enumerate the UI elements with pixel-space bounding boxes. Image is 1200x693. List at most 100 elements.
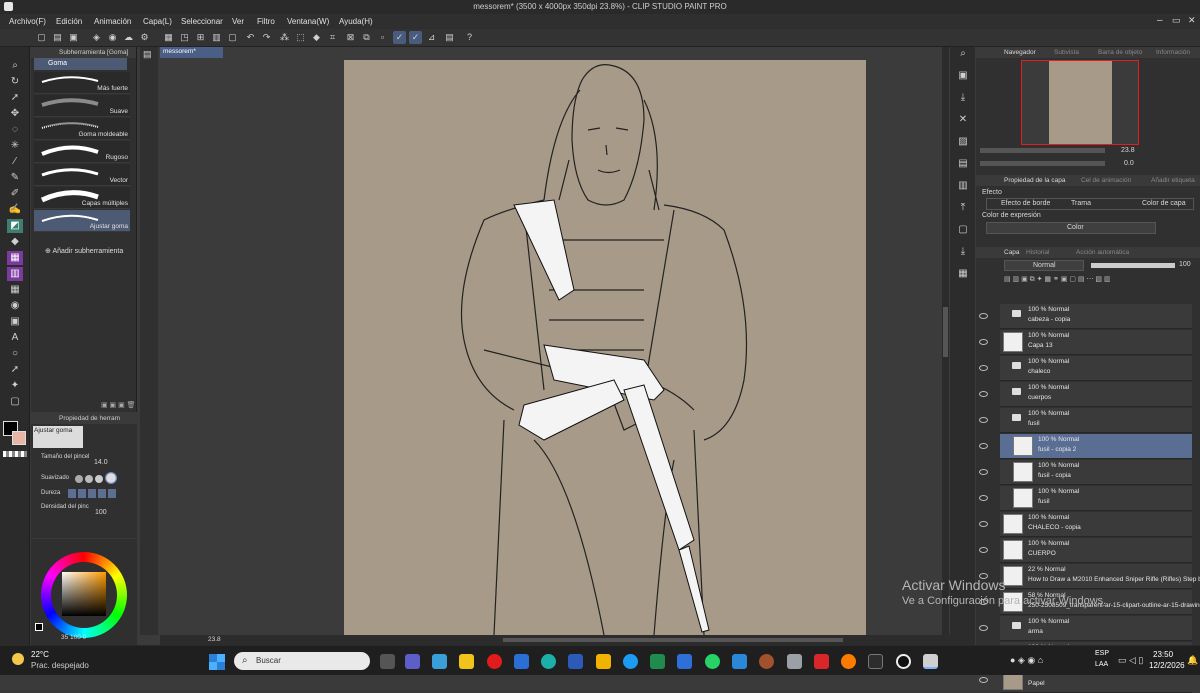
visibility-eye-icon[interactable] (979, 443, 988, 449)
menu-edicion[interactable]: Edición (56, 17, 82, 26)
tab-subvista[interactable]: Subvista (1054, 49, 1079, 56)
image-icon[interactable]: ▨ (955, 135, 971, 149)
menu-ventana[interactable]: Ventana(W) (287, 17, 329, 26)
fill-bucket-icon[interactable]: ◆ (310, 31, 323, 44)
eyedropper-icon[interactable]: ⁄ (7, 155, 23, 169)
settings-app-icon[interactable] (787, 654, 802, 669)
layer-row[interactable]: 100 % Normal chaleco (1000, 356, 1192, 381)
layer-row[interactable]: 100 % Normal arma (1000, 616, 1192, 641)
invert-selection-icon[interactable]: ⧉ (360, 31, 373, 44)
drawing-canvas[interactable] (344, 60, 866, 636)
layer-icon[interactable]: ▦ (955, 267, 971, 281)
edge-effect-button[interactable]: Efecto de borde (1001, 200, 1050, 207)
layer-name[interactable]: fusil (1038, 498, 1050, 505)
lasso-icon[interactable]: ◌ (7, 123, 23, 137)
layer-name[interactable]: fusil - copia 2 (1038, 446, 1076, 453)
windows-start-icon[interactable] (209, 654, 225, 670)
subtool-group-tab[interactable]: Goma (34, 58, 127, 70)
layer-name[interactable]: CHALECO - copia (1028, 524, 1081, 531)
layer-row[interactable]: 100 % Normal fusil (1000, 486, 1192, 511)
hardness-options[interactable] (68, 489, 118, 498)
horizontal-scrollbar[interactable] (503, 638, 843, 642)
frame-icon[interactable]: ▢ (226, 31, 239, 44)
undo-icon[interactable]: ↶ (244, 31, 257, 44)
menu-animacion[interactable]: Animación (94, 17, 131, 26)
tab-propiedad-capa[interactable]: Propiedad de la capa (1004, 177, 1065, 184)
layer-name[interactable]: fusil (1028, 420, 1040, 427)
layer-row[interactable]: 100 % Normal CHALECO - copia (1000, 512, 1192, 537)
word-icon[interactable] (568, 654, 583, 669)
settings-icon[interactable]: ⚙ (138, 31, 151, 44)
zoom-slider[interactable] (980, 148, 1105, 153)
navigator-preview[interactable] (1021, 60, 1139, 145)
store-icon[interactable] (677, 654, 692, 669)
layer-row[interactable]: 100 % Normal fusil - copia 2 (1000, 434, 1192, 459)
file-explorer-icon[interactable] (459, 654, 474, 669)
copy-icon[interactable]: ▤ (955, 157, 971, 171)
export-icon[interactable]: ⤒ (955, 201, 971, 215)
copilot-icon[interactable] (432, 654, 447, 669)
visibility-eye-icon[interactable] (979, 391, 988, 397)
clip-studio-taskbar-icon[interactable] (923, 654, 938, 669)
gradient-icon[interactable]: ▥ (7, 267, 23, 281)
layer-name[interactable]: arma (1028, 628, 1043, 635)
tab-historial[interactable]: Historial (1026, 249, 1049, 256)
clear-icon[interactable]: ▫ (376, 31, 389, 44)
subtool-footer-icons[interactable]: ▣ ▣ ▣ 🗑 (101, 401, 136, 409)
layer-row[interactable]: 100 % Normal Capa 13 (1000, 330, 1192, 355)
layer-row[interactable]: 100 % Normal cabeza - copia (1000, 304, 1192, 329)
layer-action-icons[interactable]: ▤ ▥ ▣ ⧉ ✦ ▦ ⚭ ▣ ▢ ▤ ⋯ ▧ ▥ (1004, 275, 1194, 284)
ruler-icon[interactable]: ▥ (210, 31, 223, 44)
tone-button[interactable]: Trama (1071, 200, 1091, 207)
weather-icon[interactable] (12, 653, 24, 665)
layer-name[interactable]: CUERPO (1028, 550, 1056, 557)
maximize-icon[interactable]: ▭ (1172, 15, 1181, 26)
tab-navegador[interactable]: Navegador (1004, 49, 1036, 56)
size-value[interactable]: 14.0 (94, 459, 108, 466)
frame-cut-icon[interactable]: ▢ (7, 395, 23, 409)
wps-icon[interactable] (814, 654, 829, 669)
opera-icon[interactable] (487, 654, 502, 669)
select-all-icon[interactable]: ⬚ (294, 31, 307, 44)
tab-informacion[interactable]: Información (1156, 49, 1190, 56)
delete-icon[interactable]: ✕ (955, 113, 971, 127)
clock-date[interactable]: 12/2/2026 (1149, 661, 1185, 670)
menu-ver[interactable]: Ver (232, 17, 244, 26)
blend-mode-select[interactable]: Normal (1004, 260, 1084, 271)
layer-name[interactable]: fusil - copia (1038, 472, 1071, 479)
wifi-volume-battery-icons[interactable]: ▭ ◁ ▯ (1118, 655, 1143, 666)
tray-icons[interactable]: ● ◈ ◉ ⌂ (1010, 655, 1043, 666)
grid-icon[interactable]: ⊞ (194, 31, 207, 44)
layer-row[interactable]: 100 % Normal fusil (1000, 408, 1192, 433)
frame-border-icon[interactable]: ◉ (7, 299, 23, 313)
rotate-slider[interactable] (980, 161, 1105, 166)
twitter-icon[interactable] (623, 654, 638, 669)
search-box[interactable]: ⌕ Buscar (234, 652, 370, 670)
visibility-eye-icon[interactable] (979, 495, 988, 501)
vertical-scrollbar[interactable] (942, 47, 949, 635)
firefox-icon[interactable] (841, 654, 856, 669)
task-view-icon[interactable] (380, 654, 395, 669)
fill-icon[interactable]: ▦ (7, 251, 23, 265)
visibility-eye-icon[interactable] (979, 521, 988, 527)
visibility-eye-icon[interactable] (979, 677, 988, 683)
object-icon[interactable]: ✦ (7, 379, 23, 393)
weather-text[interactable]: Prac. despejado (31, 661, 89, 670)
text-icon[interactable]: A (7, 331, 23, 345)
capcut-icon[interactable] (868, 654, 883, 669)
layer-row[interactable]: 100 % Normal CUERPO (1000, 538, 1192, 563)
menu-ayuda[interactable]: Ayuda(H) (339, 17, 373, 26)
tab-barra-objeto[interactable]: Barra de objeto (1098, 49, 1142, 56)
mail-icon[interactable] (732, 654, 747, 669)
edge-icon[interactable] (541, 654, 556, 669)
brush-ajustar-goma[interactable]: Ajustar goma (34, 210, 130, 232)
balloon-icon[interactable]: ○ (7, 347, 23, 361)
notification-icon[interactable]: 🔔 (1187, 655, 1198, 666)
clock-time[interactable]: 23:50 (1153, 650, 1173, 659)
opacity-slider[interactable] (1091, 263, 1175, 268)
menu-filtro[interactable]: Filtro (257, 17, 275, 26)
whatsapp-icon[interactable] (705, 654, 720, 669)
close-icon[interactable]: ✕ (1188, 15, 1196, 26)
visibility-eye-icon[interactable] (979, 547, 988, 553)
sub-color-swatch[interactable] (12, 431, 26, 445)
